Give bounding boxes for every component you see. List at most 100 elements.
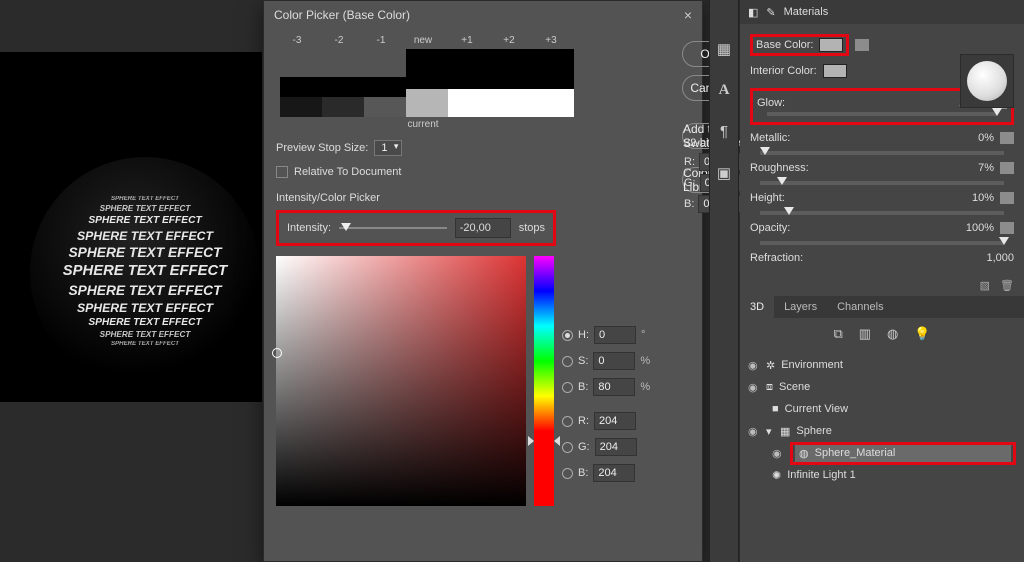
eye-icon[interactable]: ◉ (748, 425, 760, 438)
collapsed-panel-bar: ▦ A ¶ ▣ (709, 0, 739, 562)
b2-input[interactable]: 204 (593, 464, 635, 482)
opacity-folder-icon[interactable] (1000, 222, 1014, 234)
stop-label: +3 (530, 35, 572, 46)
filter-scene-icon[interactable]: ⧉ (833, 326, 842, 342)
filter-mesh-icon[interactable]: ▥ (859, 326, 871, 342)
environment-icon: ✲ (766, 359, 775, 372)
swatches-icon[interactable]: ▣ (717, 164, 731, 182)
tree-sphere-material[interactable]: ◍Sphere_Material (795, 445, 1011, 462)
refraction-label: Refraction: (750, 252, 803, 264)
new-current-swatch[interactable] (406, 49, 448, 117)
intensity-section-header: Intensity/Color Picker (276, 192, 672, 204)
eye-icon[interactable]: ◉ (748, 359, 760, 372)
mesh-icon: ▦ (780, 425, 790, 438)
new-label: new (402, 35, 444, 46)
tree-infinite-light[interactable]: Infinite Light 1 (787, 469, 856, 481)
metallic-value[interactable]: 0% (948, 132, 994, 144)
scene-tree: ◉✲Environment ◉⧈Scene ■Current View ◉▾▦S… (740, 350, 1024, 490)
canvas-area: SPHERE TEXT EFFECT SPHERE TEXT EFFECT SP… (0, 0, 262, 562)
h-label: H: (578, 329, 589, 341)
tab-channels[interactable]: Channels (827, 296, 893, 318)
hue-radio[interactable] (562, 330, 573, 341)
s-unit: % (640, 355, 654, 367)
filter-material-icon[interactable]: ◍ (887, 326, 898, 342)
light-icon: ✺ (772, 469, 781, 482)
preview-stop-size-select[interactable]: 1 (374, 140, 402, 156)
b-label: B: (578, 381, 588, 393)
intensity-slider[interactable] (339, 227, 447, 229)
stop-label: -3 (276, 35, 318, 46)
cube-icon[interactable]: ◧ (748, 6, 758, 19)
metallic-label: Metallic: (750, 132, 790, 144)
trash-icon[interactable]: 🗑 (1000, 279, 1014, 292)
tree-sphere[interactable]: Sphere (796, 425, 831, 437)
bit-g-label: G: (684, 177, 696, 189)
stop-label: -2 (318, 35, 360, 46)
close-icon[interactable]: × (684, 1, 692, 29)
hue-slider[interactable] (534, 256, 554, 506)
g-input[interactable]: 204 (595, 438, 637, 456)
new-material-icon[interactable]: ▧ (980, 279, 990, 292)
bri-input[interactable]: 80 (593, 378, 635, 396)
glow-slider[interactable] (767, 112, 997, 116)
interior-color-swatch[interactable] (823, 64, 847, 78)
sat-input[interactable]: 0 (593, 352, 635, 370)
filter-light-icon[interactable]: 💡 (914, 326, 930, 342)
r-radio[interactable] (562, 416, 573, 427)
height-value[interactable]: 10% (948, 192, 994, 204)
saturation-value-picker[interactable] (276, 256, 526, 506)
b2-radio[interactable] (562, 468, 573, 479)
bri-radio[interactable] (562, 382, 573, 393)
base-color-folder-icon[interactable] (855, 39, 869, 51)
relative-checkbox[interactable] (276, 166, 288, 178)
canvas[interactable]: SPHERE TEXT EFFECT SPHERE TEXT EFFECT SP… (0, 52, 262, 402)
tab-3d[interactable]: 3D (740, 296, 774, 318)
glow-label: Glow: (757, 97, 785, 109)
h-unit: ° (641, 329, 655, 341)
opacity-slider[interactable] (760, 241, 1004, 245)
camera-icon: ■ (772, 403, 779, 415)
stop-swatches (280, 49, 672, 117)
height-folder-icon[interactable] (1000, 192, 1014, 204)
eye-icon[interactable]: ◉ (748, 381, 760, 394)
base-color-swatch[interactable] (819, 38, 843, 52)
paragraph-icon[interactable]: ¶ (720, 123, 728, 140)
base-color-label: Base Color: (756, 39, 813, 51)
brush-icon[interactable]: ✎ (766, 6, 775, 19)
roughness-slider[interactable] (760, 181, 1004, 185)
stop-label: +2 (488, 35, 530, 46)
histogram-icon[interactable]: ▦ (717, 40, 731, 58)
tree-current-view[interactable]: Current View (785, 403, 848, 415)
intensity-input[interactable]: -20,00 (455, 218, 511, 238)
tree-scene[interactable]: Scene (779, 381, 810, 393)
opacity-value[interactable]: 100% (948, 222, 994, 234)
material-highlight: ◍Sphere_Material (790, 442, 1016, 465)
g-radio[interactable] (562, 442, 573, 453)
interior-color-label: Interior Color: (750, 65, 817, 77)
metallic-folder-icon[interactable] (1000, 132, 1014, 144)
opacity-label: Opacity: (750, 222, 790, 234)
tree-environment[interactable]: Environment (781, 359, 843, 371)
height-label: Height: (750, 192, 785, 204)
roughness-value[interactable]: 7% (948, 162, 994, 174)
material-preview[interactable] (960, 54, 1014, 108)
sphere-preview: SPHERE TEXT EFFECT SPHERE TEXT EFFECT SP… (30, 157, 260, 387)
intensity-unit: stops (519, 222, 545, 234)
roughness-folder-icon[interactable] (1000, 162, 1014, 174)
tab-layers[interactable]: Layers (774, 296, 827, 318)
metallic-slider[interactable] (760, 151, 1004, 155)
b2-label: B: (578, 467, 588, 479)
right-panels: ◧ ✎ Materials Base Color: Interior Color… (740, 0, 1024, 562)
height-slider[interactable] (760, 211, 1004, 215)
refraction-value[interactable]: 1,000 (968, 252, 1014, 264)
character-icon[interactable]: A (719, 82, 730, 99)
eye-icon[interactable]: ◉ (772, 447, 784, 460)
b-unit: % (640, 381, 654, 393)
hue-input[interactable]: 0 (594, 326, 636, 344)
relative-label: Relative To Document (294, 166, 401, 178)
panel-tabs: 3D Layers Channels (740, 296, 1024, 318)
r-label: R: (578, 415, 589, 427)
g-label: G: (578, 441, 590, 453)
r-input[interactable]: 204 (594, 412, 636, 430)
sat-radio[interactable] (562, 356, 573, 367)
